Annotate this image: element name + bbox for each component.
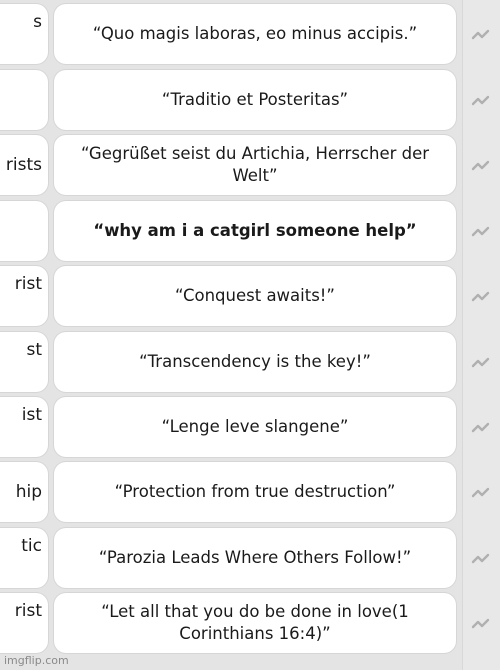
quote-text: “Protection from true destruction” — [114, 482, 396, 501]
table-row: tic “Parozia Leads Where Others Follow!” — [0, 528, 500, 590]
table-row: rists “Gegrüßet seist du Artichia, Herrs… — [0, 135, 500, 197]
trend-squiggle-icon[interactable] — [470, 548, 492, 570]
quote-text: “Traditio et Posteritas” — [161, 90, 349, 109]
quote-cell[interactable]: “Conquest awaits!” — [54, 266, 456, 326]
table-row: “why am i a catgirl someone help” — [0, 201, 500, 263]
left-cell-text: tic — [21, 536, 42, 556]
quote-grid: s “Quo magis laboras, eo minus accipis.”… — [0, 0, 500, 670]
quote-cell[interactable]: “Let all that you do be done in love(1 C… — [54, 593, 456, 653]
trend-squiggle-icon[interactable] — [470, 613, 492, 635]
quote-cell[interactable]: “Traditio et Posteritas” — [54, 70, 456, 130]
trend-squiggle-icon[interactable] — [470, 221, 492, 243]
table-row: ist “Lenge leve slangene” — [0, 397, 500, 459]
quote-text: “Parozia Leads Where Others Follow!” — [98, 548, 412, 567]
trend-squiggle-icon[interactable] — [470, 24, 492, 46]
trend-squiggle-icon[interactable] — [470, 482, 492, 504]
quote-text: “Lenge leve slangene” — [161, 417, 349, 436]
left-cell: tic — [0, 528, 48, 588]
quote-cell[interactable]: “Transcendency is the key!” — [54, 332, 456, 392]
quote-text: “Gegrüßet seist du Artichia, Herrscher d… — [80, 144, 430, 185]
left-cell — [0, 70, 48, 130]
quote-cell[interactable]: “Lenge leve slangene” — [54, 397, 456, 457]
table-row: s “Quo magis laboras, eo minus accipis.” — [0, 4, 500, 66]
table-row: rist “Let all that you do be done in lov… — [0, 593, 500, 655]
left-cell-text: rists — [5, 155, 42, 175]
table-row: rist “Conquest awaits!” — [0, 266, 500, 328]
quote-cell[interactable]: “Parozia Leads Where Others Follow!” — [54, 528, 456, 588]
table-row: hip “Protection from true destruction” — [0, 462, 500, 524]
left-cell: ist — [0, 397, 48, 457]
quote-text: “Transcendency is the key!” — [139, 352, 371, 371]
left-cell-text: ist — [21, 405, 42, 425]
trend-squiggle-icon[interactable] — [470, 90, 492, 112]
quote-text: “Quo magis laboras, eo minus accipis.” — [92, 24, 418, 43]
quote-cell[interactable]: “Gegrüßet seist du Artichia, Herrscher d… — [54, 135, 456, 195]
trend-squiggle-icon[interactable] — [470, 286, 492, 308]
trend-squiggle-icon[interactable] — [470, 155, 492, 177]
trend-squiggle-icon[interactable] — [470, 352, 492, 374]
left-cell: hip — [0, 462, 48, 522]
left-cell — [0, 201, 48, 261]
quote-text: “Conquest awaits!” — [175, 286, 335, 305]
table-row: “Traditio et Posteritas” — [0, 70, 500, 132]
left-cell-text: rist — [14, 601, 42, 621]
left-cell: rist — [0, 266, 48, 326]
left-cell-text: st — [26, 340, 42, 360]
left-cell-text: rist — [14, 274, 42, 294]
left-cell: rists — [0, 135, 48, 195]
table-row: st “Transcendency is the key!” — [0, 332, 500, 394]
watermark: imgflip.com — [4, 654, 69, 667]
left-cell: st — [0, 332, 48, 392]
quote-text: “why am i a catgirl someone help” — [93, 221, 417, 240]
quote-text: “Let all that you do be done in love(1 C… — [101, 602, 409, 643]
left-cell-text: s — [33, 12, 42, 32]
left-cell-text: hip — [15, 482, 42, 502]
trend-squiggle-icon[interactable] — [470, 417, 492, 439]
quote-cell[interactable]: “Quo magis laboras, eo minus accipis.” — [54, 4, 456, 64]
quote-cell[interactable]: “why am i a catgirl someone help” — [54, 201, 456, 261]
quote-cell[interactable]: “Protection from true destruction” — [54, 462, 456, 522]
left-cell: s — [0, 4, 48, 64]
left-cell: rist — [0, 593, 48, 653]
